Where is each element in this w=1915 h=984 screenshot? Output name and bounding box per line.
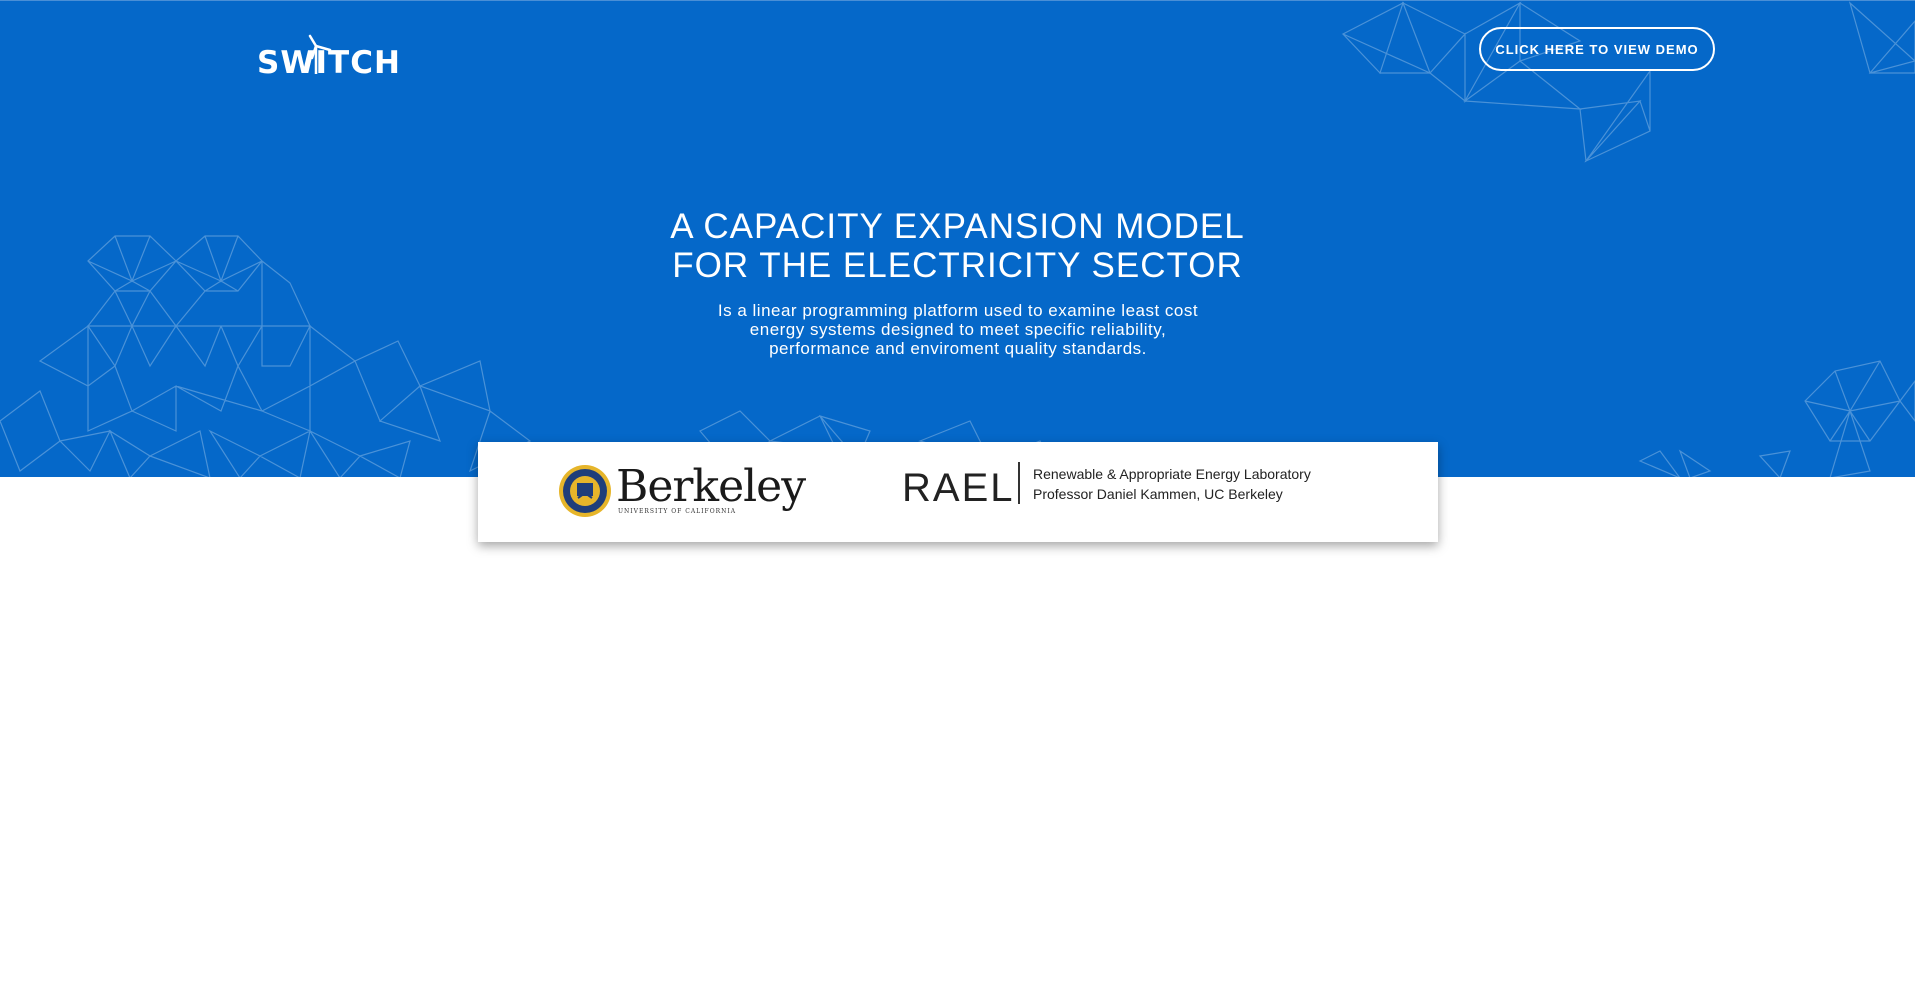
desc-line-2: energy systems designed to meet specific… [749, 320, 1167, 339]
berkeley-logo[interactable]: Berkeley UNIVERSITY OF CALIFORNIA [558, 462, 806, 520]
uc-seal-icon [559, 465, 611, 517]
rael-logo[interactable]: RAEL Renewable & Appropriate Energy Labo… [902, 462, 1352, 522]
hero-banner: SWITCH CLICK HERE TO VIEW DEMO A CAPACIT… [0, 0, 1915, 477]
rael-professor: Professor Daniel Kammen, UC Berkeley [1033, 486, 1283, 502]
view-demo-button[interactable]: CLICK HERE TO VIEW DEMO [1479, 27, 1715, 71]
logo-text: SWITCH [257, 45, 401, 81]
berkeley-wordmark: Berkeley [616, 461, 806, 512]
rael-divider [1018, 462, 1020, 504]
partner-logos-card: Berkeley UNIVERSITY OF CALIFORNIA RAEL R… [478, 442, 1438, 542]
desc-line-1: Is a linear programming platform used to… [717, 301, 1199, 320]
hero-description: Is a linear programming platform used to… [660, 301, 1256, 358]
switch-logo[interactable]: SWITCH [257, 34, 400, 80]
rael-wordmark: RAEL [902, 466, 1015, 510]
berkeley-subtitle: UNIVERSITY OF CALIFORNIA [618, 508, 737, 515]
page-title: A CAPACITY EXPANSION MODEL FOR THE ELECT… [560, 207, 1355, 285]
desc-line-3: performance and enviroment quality stand… [769, 339, 1147, 358]
title-line-2: FOR THE ELECTRICITY SECTOR [672, 246, 1243, 285]
rael-lab-name: Renewable & Appropriate Energy Laborator… [1033, 466, 1311, 482]
title-line-1: A CAPACITY EXPANSION MODEL [670, 207, 1245, 246]
